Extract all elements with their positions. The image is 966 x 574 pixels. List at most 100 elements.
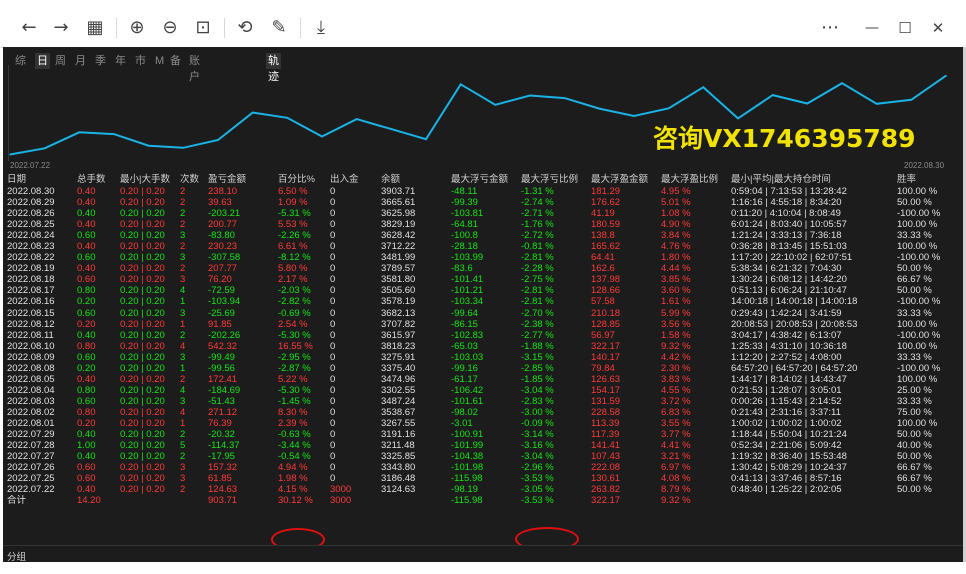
cell-maxprofit: 210.18 — [591, 307, 621, 319]
equity-point — [217, 139, 219, 141]
table-row[interactable]: 2022.08.10 0.80 0.20 | 0.20 4 542.32 16.55 % 0… — [7, 341, 959, 352]
table-row[interactable]: 2022.08.08 0.20 0.20 | 0.20 1 -99.56 -2.87 % 0… — [7, 363, 959, 374]
fit-window-icon[interactable]: ⊡ — [188, 14, 218, 42]
table-row[interactable]: 2022.08.11 0.40 0.20 | 0.20 2 -202.26 -5.30 %… — [7, 330, 959, 341]
column-header[interactable]: 胜率 — [897, 173, 959, 186]
cell-pct: -5.30 % — [278, 329, 311, 341]
table-row[interactable]: 2022.07.25 0.60 0.20 | 0.20 3 61.85 1.98 % 0 31… — [7, 473, 959, 484]
table-row[interactable]: 2022.08.03 0.60 0.20 | 0.20 3 -51.43 -1.45 % 0… — [7, 396, 959, 407]
table-row[interactable]: 2022.08.05 0.40 0.20 | 0.20 2 172.41 5.22 % 0 3… — [7, 374, 959, 385]
rotate-icon[interactable]: ⟲ — [230, 14, 260, 42]
table-row[interactable]: 2022.08.15 0.60 0.20 | 0.20 3 -25.69 -0.69 % 0… — [7, 308, 959, 319]
cell-hold: 5:38:34 | 6:21:32 | 7:04:30 — [731, 263, 842, 275]
column-header[interactable]: 最大浮亏比例 — [521, 173, 591, 186]
table-row[interactable]: 2022.08.19 0.40 0.20 | 0.20 2 207.77 5.80 % 0 3… — [7, 263, 959, 274]
table-row[interactable]: 2022.08.22 0.60 0.20 | 0.20 3 -307.58 -8.12 %… — [7, 252, 959, 263]
cell-io: 0 — [330, 285, 336, 297]
cell-maxprofit: 64.41 — [591, 252, 615, 264]
table-row[interactable]: 2022.07.22 0.40 0.20 | 0.20 2 124.63 4.15 % 30… — [7, 484, 959, 495]
table-row[interactable]: 2022.08.02 0.80 0.20 | 0.20 4 271.12 8.30 % 0 3… — [7, 407, 959, 418]
forward-icon[interactable]: → — [46, 14, 76, 42]
cell-minmax: 0.20 | 0.20 — [120, 473, 165, 485]
minimize-icon[interactable]: — — [857, 14, 887, 42]
table-row[interactable]: 2022.08.17 0.80 0.20 | 0.20 4 -72.59 -2.03 % 0… — [7, 285, 959, 296]
cell-hold: 6:01:24 | 8:03:40 | 10:05:57 — [731, 219, 847, 231]
save-icon[interactable]: ⤓ — [306, 14, 336, 42]
column-header[interactable]: 出入金 — [330, 173, 381, 186]
cell-maxprofit: 131.59 — [591, 395, 621, 407]
table-row[interactable]: 2022.08.24 0.60 0.20 | 0.20 3 -83.80 -2.26 % 0… — [7, 230, 959, 241]
total-pct: 30.12 % — [278, 495, 313, 507]
cell-maxloss: -98.02 — [451, 406, 478, 418]
cell-maxloss: -61.17 — [451, 373, 478, 385]
cell-maxloss: -101.61 — [451, 395, 484, 407]
table-row[interactable]: 2022.08.12 0.20 0.20 | 0.20 1 91.85 2.54 % 0 37… — [7, 319, 959, 330]
cell-maxprofitpct: 3.85 % — [661, 274, 691, 286]
column-header[interactable]: 次数 — [180, 173, 208, 186]
edit-icon[interactable]: ✎ — [264, 14, 294, 42]
cell-count: 2 — [180, 197, 186, 209]
cell-maxloss: -3.01 — [451, 417, 473, 429]
more-options-icon[interactable]: ⋯ — [815, 14, 845, 42]
cell-maxloss: -101.99 — [451, 440, 484, 452]
cell-pct: 16.55 % — [278, 340, 313, 352]
cell-date: 2022.08.18 — [7, 274, 55, 286]
cell-maxprofit: 263.82 — [591, 484, 621, 496]
zoom-out-icon[interactable]: ⊖ — [155, 14, 185, 42]
back-icon[interactable]: ← — [14, 14, 44, 42]
cell-pct: 5.22 % — [278, 373, 308, 385]
table-row[interactable]: 2022.07.27 0.40 0.20 | 0.20 2 -17.95 -0.54 % 0… — [7, 451, 959, 462]
cell-win: 50.00 % — [897, 484, 932, 496]
table-row[interactable]: 2022.08.01 0.20 0.20 | 0.20 1 76.39 2.39 % 0 32… — [7, 418, 959, 429]
table-row[interactable]: 2022.07.26 0.60 0.20 | 0.20 3 157.32 4.94 % 0 3… — [7, 462, 959, 473]
cell-hold: 0:52:34 | 2:21:06 | 5:09:42 — [731, 440, 842, 452]
cell-balance: 3628.42 — [381, 230, 416, 242]
table-row[interactable]: 2022.08.29 0.40 0.20 | 0.20 2 39.63 1.09 % 0 36… — [7, 197, 959, 208]
column-header[interactable]: 盈亏金额 — [208, 173, 278, 186]
column-header[interactable]: 日期 — [7, 173, 77, 186]
table-row[interactable]: 2022.08.18 0.60 0.20 | 0.20 3 76.20 2.17 % 0 35… — [7, 274, 959, 285]
column-header[interactable]: 最大浮亏金额 — [451, 173, 521, 186]
table-row[interactable]: 2022.08.04 0.80 0.20 | 0.20 4 -184.69 -5.30 %… — [7, 385, 959, 396]
table-row[interactable]: 2022.08.23 0.40 0.20 | 0.20 2 230.23 6.61 % 0 3… — [7, 241, 959, 252]
cell-lots: 0.80 — [77, 285, 96, 297]
cell-win: -100.00 % — [897, 208, 941, 220]
table-row[interactable]: 2022.07.28 1.00 0.20 | 0.20 5 -114.37 -3.44 %… — [7, 440, 959, 451]
close-icon[interactable]: ✕ — [923, 14, 953, 42]
column-header[interactable]: 最小|平均|最大持仓时间 — [731, 173, 897, 186]
cell-count: 3 — [180, 252, 186, 264]
total-label: 合计 — [7, 495, 27, 507]
table-row[interactable]: 2022.08.25 0.40 0.20 | 0.20 2 200.77 5.53 % 0 3… — [7, 219, 959, 230]
table-row[interactable]: 2022.08.16 0.20 0.20 | 0.20 1 -103.94 -2.82 %… — [7, 296, 959, 307]
grid-view-icon[interactable]: ▦ — [80, 14, 110, 42]
equity-point — [563, 97, 566, 99]
column-header[interactable]: 总手数 — [77, 173, 120, 186]
cell-maxprofitpct: 4.44 % — [661, 263, 691, 275]
cell-balance: 3124.63 — [381, 484, 416, 496]
cell-win: 100.00 % — [897, 241, 938, 253]
table-row[interactable]: 2022.08.30 0.40 0.20 | 0.20 2 238.10 6.50 % 0 3… — [7, 186, 959, 197]
cell-hold: 0:00:26 | 1:15:43 | 2:14:52 — [731, 395, 842, 407]
cell-hold: 0:48:40 | 1:25:22 | 2:02:05 — [731, 484, 842, 496]
table-row[interactable]: 2022.07.29 0.40 0.20 | 0.20 2 -20.32 -0.63 % 0… — [7, 429, 959, 440]
cell-date: 2022.07.29 — [7, 429, 55, 441]
table-row[interactable]: 2022.08.09 0.60 0.20 | 0.20 3 -99.49 -2.95 % 0… — [7, 352, 959, 363]
cell-maxprofitpct: 3.56 % — [661, 318, 691, 330]
column-header[interactable]: 余额 — [381, 173, 451, 186]
cell-pnl: 271.12 — [208, 406, 238, 418]
cell-minmax: 0.20 | 0.20 — [120, 318, 165, 330]
cell-maxlosspct: -2.70 % — [521, 307, 554, 319]
cell-minmax: 0.20 | 0.20 — [120, 340, 165, 352]
cell-lots: 0.80 — [77, 406, 96, 418]
column-header[interactable]: 最大浮盈金额 — [591, 173, 661, 186]
table-row[interactable]: 2022.08.26 0.40 0.20 | 0.20 2 -203.21 -5.31 %… — [7, 208, 959, 219]
column-header[interactable]: 最大浮盈比例 — [661, 173, 731, 186]
column-header[interactable]: 最小|大手数 — [120, 173, 180, 186]
maximize-icon[interactable]: ☐ — [890, 14, 920, 42]
column-header[interactable]: 百分比% — [278, 173, 330, 186]
cell-maxlosspct: -0.81 % — [521, 241, 554, 253]
cell-win: 66.67 % — [897, 473, 932, 485]
cell-lots: 0.20 — [77, 417, 96, 429]
zoom-in-icon[interactable]: ⊕ — [122, 14, 152, 42]
cell-balance: 3481.99 — [381, 252, 416, 264]
